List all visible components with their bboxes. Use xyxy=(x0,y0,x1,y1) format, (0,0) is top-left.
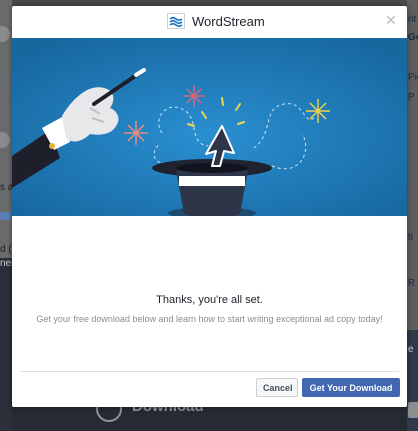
background-text: P xyxy=(408,92,415,103)
get-download-button[interactable]: Get Your Download xyxy=(302,378,400,397)
modal-header: WordStream ✕ xyxy=(12,6,407,38)
download-modal: WordStream ✕ Thanks, you're all set. Get… xyxy=(12,6,407,407)
background-text: Pict xyxy=(408,72,418,83)
background-text: ti xyxy=(408,232,413,243)
wordstream-logo-icon xyxy=(167,13,185,29)
background-logo xyxy=(0,212,11,220)
cancel-button[interactable]: Cancel xyxy=(256,378,298,397)
close-icon[interactable]: ✕ xyxy=(385,12,397,28)
background-video-strip xyxy=(12,407,407,431)
brand-name: WordStream xyxy=(192,14,265,29)
background-text: Go xyxy=(408,32,418,43)
background-text: nt xyxy=(408,14,417,25)
background-avatar xyxy=(408,402,418,418)
confirmation-title: Thanks, you're all set. xyxy=(156,294,263,306)
background-text: e xyxy=(408,344,414,355)
confirmation-subtitle: Get your free download below and learn h… xyxy=(36,314,383,324)
background-text: R xyxy=(408,278,416,289)
background-left-image xyxy=(0,258,12,431)
footer-divider xyxy=(20,371,399,372)
hero-illustration xyxy=(12,38,407,219)
